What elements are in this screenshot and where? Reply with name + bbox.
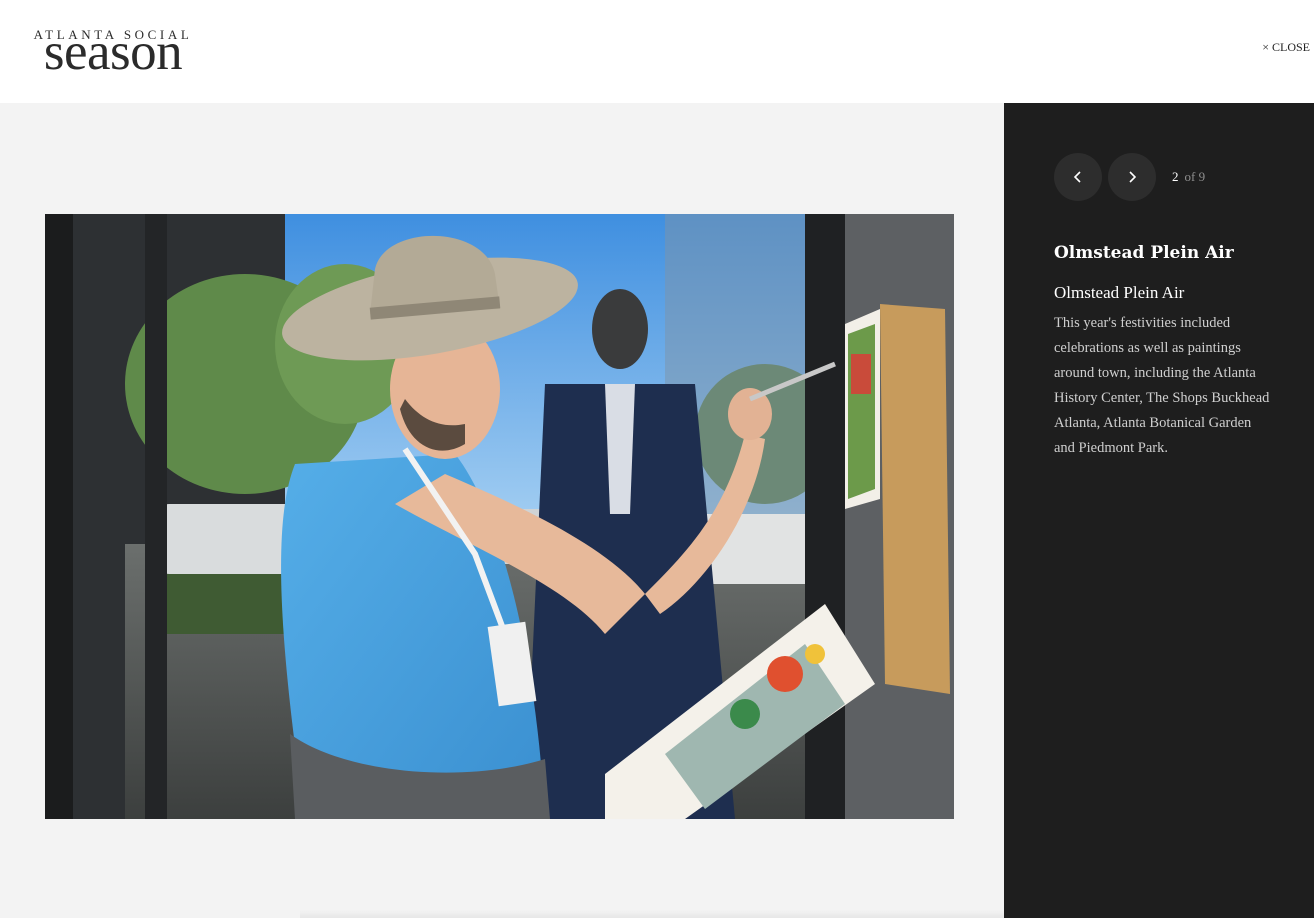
site-header: ATLANTA SOCIAL season × CLOSE (0, 0, 1314, 103)
photo-illustration (45, 214, 954, 819)
total-slides: of 9 (1184, 169, 1206, 184)
slide-counter: 2 of 9 (1172, 169, 1205, 185)
site-logo[interactable]: ATLANTA SOCIAL season (25, 23, 201, 81)
close-label: CLOSE (1271, 40, 1310, 54)
photo-caption: This year's festivities included celebra… (1054, 315, 1270, 456)
stage-shadow (300, 910, 1004, 918)
photo-title: Olmstead Plein Air (1054, 283, 1185, 302)
current-slide: 2 (1172, 169, 1179, 184)
close-icon: × (1262, 40, 1269, 54)
close-button[interactable]: × CLOSE (1262, 40, 1310, 55)
chevron-left-icon (1073, 171, 1081, 183)
gallery-photo (45, 214, 954, 819)
gallery-nav: 2 of 9 (1054, 153, 1205, 201)
logo-wordmark: season (43, 23, 183, 81)
gallery-stage (0, 103, 1004, 918)
next-button[interactable] (1108, 153, 1156, 201)
caption-panel: 2 of 9 Olmstead Plein Air Olmstead Plein … (1004, 103, 1314, 918)
previous-button[interactable] (1054, 153, 1102, 201)
chevron-right-icon (1129, 171, 1137, 183)
gallery-title: Olmstead Plein Air (1054, 243, 1234, 263)
